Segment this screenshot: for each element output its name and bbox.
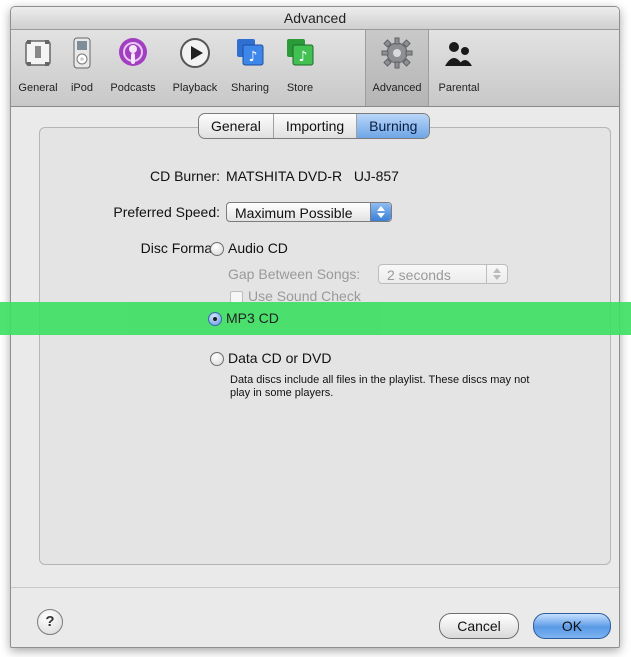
tab-burning[interactable]: Burning	[357, 114, 430, 138]
tab-importing[interactable]: Importing	[274, 114, 358, 138]
toolbar-item-general[interactable]: General	[13, 30, 63, 106]
parental-icon	[445, 42, 472, 66]
cancel-button[interactable]: Cancel	[439, 613, 519, 639]
toolbar-item-store[interactable]: ♪ Store	[277, 30, 323, 106]
ipod-icon	[73, 37, 91, 69]
toolbar-item-sharing[interactable]: ♪ Sharing	[225, 30, 275, 106]
burning-panel: CD Burner: MATSHITA DVD-R UJ-857 Preferr…	[39, 127, 611, 565]
sharing-icon: ♪	[237, 39, 264, 66]
toolbar-item-parental[interactable]: Parental	[431, 30, 487, 106]
footer-separator	[11, 587, 619, 588]
help-button[interactable]: ?	[37, 609, 63, 635]
disc-format-label: Disc Format:	[140, 240, 220, 256]
toolbar-item-ipod[interactable]: iPod	[65, 30, 99, 106]
podcasts-icon	[119, 38, 147, 66]
preferences-toolbar: General iPod Podcasts Playback ♪ Sharing…	[11, 30, 619, 107]
data-cd-label: Data CD or DVD	[228, 350, 332, 366]
mp3-cd-radio[interactable]	[208, 312, 222, 326]
svg-text:♪: ♪	[249, 49, 258, 65]
data-cd-radio[interactable]	[210, 352, 224, 366]
store-icon: ♪	[287, 39, 314, 66]
playback-icon	[180, 38, 210, 68]
ok-button[interactable]: OK	[533, 613, 611, 639]
cd-burner-value: MATSHITA DVD-R UJ-857	[226, 168, 399, 184]
preferred-speed-value: Maximum Possible	[235, 205, 353, 221]
selection-highlight: MP3 CD	[0, 302, 631, 335]
toolbar-item-advanced[interactable]: Advanced	[365, 30, 429, 106]
popup-arrows-icon	[370, 203, 391, 221]
audio-cd-radio[interactable]	[210, 242, 224, 256]
toolbar-item-podcasts[interactable]: Podcasts	[103, 30, 163, 106]
audio-cd-label: Audio CD	[228, 240, 288, 256]
gap-between-songs-popup[interactable]: 2 seconds	[378, 264, 508, 284]
svg-text:♪: ♪	[299, 49, 308, 65]
general-switch-icon	[25, 40, 51, 66]
cd-burner-label: CD Burner:	[149, 168, 220, 184]
popup-arrows-icon	[486, 265, 507, 283]
gap-between-songs-label: Gap Between Songs:	[228, 266, 361, 282]
preference-tabs: General Importing Burning	[198, 113, 431, 139]
gap-between-songs-value: 2 seconds	[387, 267, 451, 283]
mp3-cd-label: MP3 CD	[226, 310, 279, 326]
preferred-speed-label: Preferred Speed:	[113, 204, 220, 220]
preferred-speed-popup[interactable]: Maximum Possible	[226, 202, 392, 222]
window-title: Advanced	[11, 7, 619, 30]
gear-icon	[381, 37, 413, 69]
data-disc-note: Data discs include all files in the play…	[230, 374, 530, 399]
tab-general[interactable]: General	[199, 114, 274, 138]
toolbar-item-playback[interactable]: Playback	[167, 30, 223, 106]
